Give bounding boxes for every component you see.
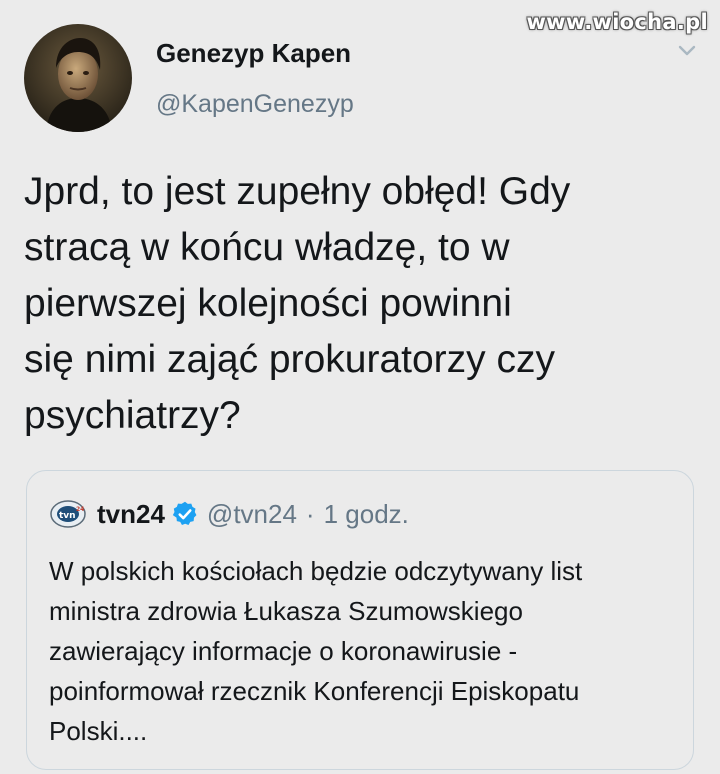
avatar[interactable] <box>24 24 132 132</box>
separator-dot: · <box>305 498 315 529</box>
svg-text:24: 24 <box>76 506 84 513</box>
person-portrait-avatar-icon <box>24 24 132 132</box>
tvn24-logo-icon: tvn 24 <box>50 500 86 528</box>
quoted-author-name[interactable]: tvn24 <box>97 499 165 530</box>
quoted-author-handle[interactable]: @tvn24 <box>207 499 297 530</box>
site-watermark: www.wiocha.pl <box>526 10 708 34</box>
quoted-tweet-text: W polskich kościołach będzie odczytywany… <box>49 556 583 746</box>
chevron-down-icon[interactable] <box>678 44 696 58</box>
author-name[interactable]: Genezyp Kapen <box>156 38 351 69</box>
author-handle[interactable]: @KapenGenezyp <box>156 90 354 119</box>
verified-badge-icon <box>172 501 197 525</box>
quoted-tweet-header: tvn 24 tvn24 @tvn24 · 1 godz. <box>49 497 409 531</box>
quoted-tweet-card[interactable]: tvn 24 tvn24 @tvn24 · 1 godz. W polskich… <box>26 470 694 770</box>
quoted-timestamp[interactable]: 1 godz. <box>324 499 409 530</box>
tweet-text: Jprd, to jest zupełny obłęd! Gdy stracą … <box>24 170 571 437</box>
svg-text:tvn: tvn <box>59 511 76 521</box>
